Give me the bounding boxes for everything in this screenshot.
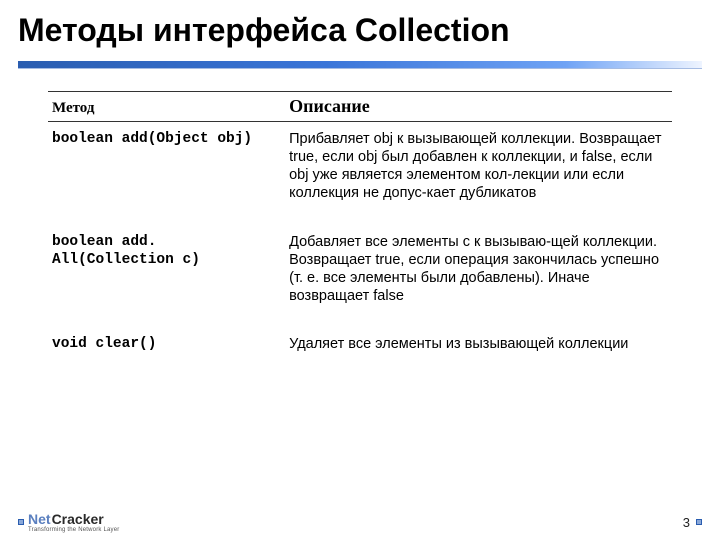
table-row: void clear() Удаляет все элементы из выз… — [48, 327, 672, 375]
logo-part-net: Net — [28, 511, 51, 527]
method-signature: boolean add(Object obj) — [48, 122, 285, 225]
slide-footer: NetCracker Transforming the Network Laye… — [0, 504, 720, 540]
methods-table: Метод Описание boolean add(Object obj) П… — [48, 91, 672, 375]
footer-right: 3 — [683, 515, 702, 530]
slide-title: Методы интерфейса Collection — [0, 0, 720, 59]
method-signature: boolean add. All(Collection c) — [48, 225, 285, 328]
method-description: Прибавляет obj к вызывающей коллекции. В… — [285, 122, 672, 225]
method-signature: void clear() — [48, 327, 285, 375]
netcracker-logo: NetCracker Transforming the Network Laye… — [28, 511, 119, 533]
logo-part-cracker: Cracker — [52, 511, 104, 527]
logo-tagline: Transforming the Network Layer — [28, 527, 119, 533]
decorative-square-icon — [18, 519, 24, 525]
methods-table-wrap: Метод Описание boolean add(Object obj) П… — [0, 69, 720, 375]
decorative-square-icon — [696, 519, 702, 525]
page-number: 3 — [683, 515, 690, 530]
method-description: Добавляет все элементы с к вызываю-щей к… — [285, 225, 672, 328]
col-header-description: Описание — [285, 92, 672, 122]
table-row: boolean add. All(Collection c) Добавляет… — [48, 225, 672, 328]
footer-left: NetCracker Transforming the Network Laye… — [18, 511, 119, 533]
col-header-method: Метод — [48, 92, 285, 122]
table-row: boolean add(Object obj) Прибавляет obj к… — [48, 122, 672, 225]
title-accent-bar — [18, 61, 702, 69]
method-description: Удаляет все элементы из вызывающей колле… — [285, 327, 672, 375]
